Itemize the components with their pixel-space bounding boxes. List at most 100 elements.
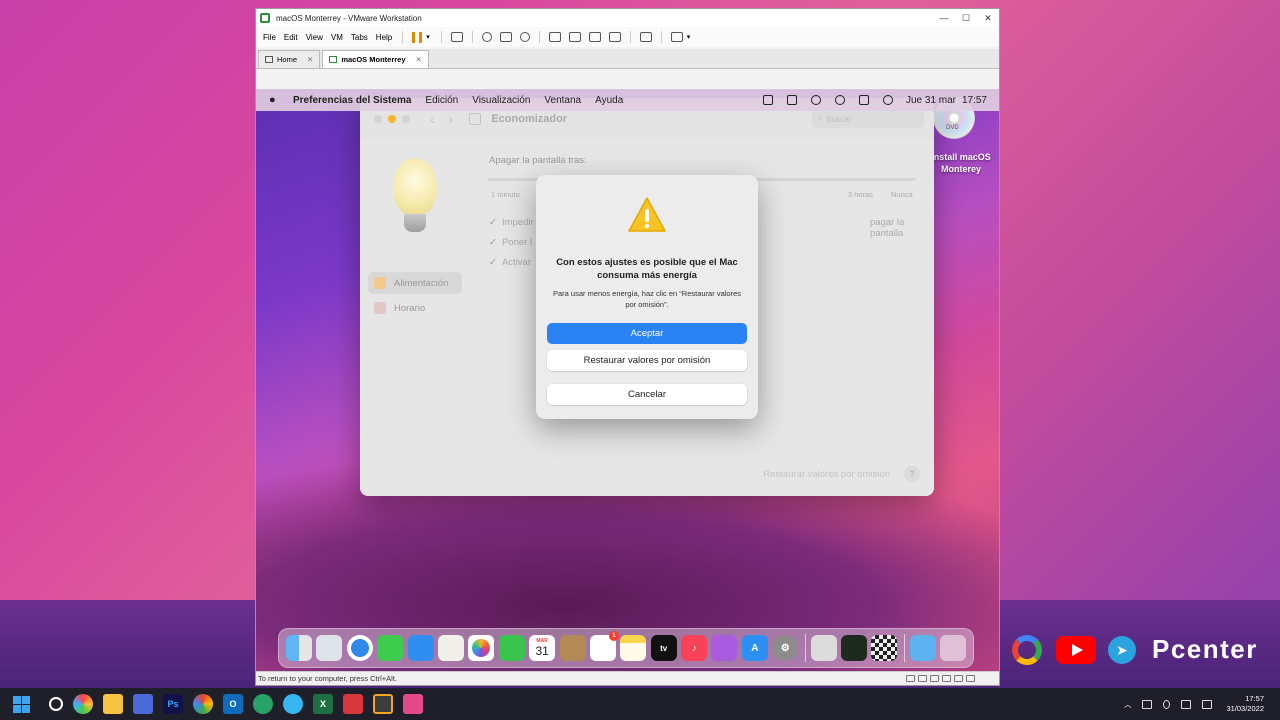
close-tab-icon[interactable]: ✕ <box>307 55 313 64</box>
microphone-icon[interactable] <box>1163 699 1171 709</box>
chevron-up-icon[interactable]: ︿ <box>1124 699 1132 710</box>
edge-icon[interactable] <box>253 694 273 714</box>
chevron-down-icon[interactable]: ▾ <box>426 33 430 41</box>
display-icon[interactable] <box>966 675 975 682</box>
menu-ayuda[interactable]: Ayuda <box>595 95 623 106</box>
apple-tv-icon[interactable]: tv <box>650 635 677 661</box>
start-button[interactable] <box>13 695 30 713</box>
zoom-window-button[interactable] <box>402 115 410 123</box>
vmware-taskbar-icon[interactable] <box>373 694 393 714</box>
system-preferences-icon[interactable]: ⚙ <box>772 635 799 661</box>
menu-file[interactable]: File <box>263 33 276 42</box>
show-all-grid-icon[interactable] <box>469 113 482 125</box>
app-store-icon[interactable]: A <box>741 635 768 661</box>
calendar-icon[interactable]: MAR 31 <box>529 635 556 661</box>
notes-icon[interactable] <box>620 635 647 661</box>
sidebar-item-horario[interactable]: Horario <box>368 297 462 319</box>
preview-icon[interactable] <box>810 635 837 661</box>
tab-home[interactable]: Home ✕ <box>258 50 321 68</box>
photos-icon[interactable] <box>468 635 495 661</box>
podcasts-icon[interactable] <box>711 635 738 661</box>
search-icon[interactable] <box>49 697 63 711</box>
stretch-view-icon[interactable] <box>670 32 683 42</box>
install-dvd-label[interactable]: Install macOS Monterey <box>926 151 996 175</box>
trash-icon[interactable] <box>940 635 967 661</box>
siri-icon[interactable] <box>882 95 893 105</box>
spotlight-search-icon[interactable] <box>834 95 845 105</box>
console-icon[interactable] <box>639 32 652 42</box>
menu-help[interactable]: Help <box>376 33 392 42</box>
mail-icon[interactable] <box>407 635 434 661</box>
library-icon[interactable] <box>548 32 561 42</box>
sound-icon[interactable] <box>954 675 963 682</box>
excel-icon[interactable]: X <box>313 694 333 714</box>
apple-icon[interactable]: ● <box>269 94 281 106</box>
chess-icon[interactable] <box>871 635 898 661</box>
network-tray-icon[interactable] <box>1181 699 1192 709</box>
menu-view[interactable]: View <box>306 33 323 42</box>
cancel-button[interactable]: Cancelar <box>547 384 747 405</box>
reminders-icon[interactable]: 1 <box>589 631 619 661</box>
chevron-down-icon[interactable]: ▾ <box>687 33 691 41</box>
search-input[interactable]: ⌕ Buscar <box>812 110 924 128</box>
contacts-icon[interactable] <box>559 635 586 661</box>
control-center-icon[interactable] <box>858 95 869 105</box>
activity-monitor-icon[interactable] <box>841 635 868 661</box>
hdd-icon[interactable] <box>906 675 915 682</box>
menu-vm[interactable]: VM <box>331 33 343 42</box>
maximize-button[interactable]: ☐ <box>955 13 977 24</box>
revert-snapshot-icon[interactable] <box>499 32 512 42</box>
menubar-date[interactable]: Jue 31 mar <box>906 95 956 106</box>
restore-defaults-button[interactable]: Restaurar valores por omisión <box>547 350 747 371</box>
anydesk-icon[interactable] <box>343 694 363 714</box>
screen-mirroring-icon[interactable] <box>786 95 797 105</box>
network-icon[interactable] <box>810 95 821 105</box>
close-window-button[interactable] <box>374 115 382 123</box>
close-button[interactable]: ✕ <box>977 13 999 24</box>
checkbox-activar[interactable]: ✓ Activar <box>489 257 531 268</box>
maps-icon[interactable] <box>437 635 464 661</box>
chrome-app-icon[interactable] <box>73 694 93 714</box>
keyboard-icon[interactable] <box>1142 699 1153 709</box>
forward-arrow-icon[interactable]: › <box>449 111 454 127</box>
snapshot-manager-icon[interactable] <box>519 32 530 42</box>
cd-icon[interactable] <box>918 675 927 682</box>
launchpad-icon[interactable] <box>316 635 343 661</box>
restore-defaults-link[interactable]: Restaurar valores por omisión <box>763 469 890 480</box>
unity-icon[interactable] <box>608 32 621 42</box>
checkbox-impedir[interactable]: ✓ Impedir <box>489 217 534 228</box>
thumbnail-bar-icon[interactable] <box>568 32 581 42</box>
file-explorer-icon[interactable] <box>103 694 123 714</box>
network-adapter-icon[interactable] <box>930 675 939 682</box>
snapshot-icon[interactable] <box>481 32 492 42</box>
help-button[interactable]: ? <box>904 466 920 482</box>
minimize-window-button[interactable] <box>388 115 396 123</box>
sidebar-item-alimentacion[interactable]: Alimentación <box>368 272 462 294</box>
safari-icon[interactable] <box>346 635 373 661</box>
guest-screen[interactable]: ● Preferencias del Sistema Edición Visua… <box>256 89 999 671</box>
music-icon[interactable]: ♪ <box>681 635 708 661</box>
downloads-folder-icon[interactable] <box>909 635 936 661</box>
send-keys-icon[interactable] <box>450 32 463 42</box>
back-arrow-icon[interactable]: ‹ <box>430 111 435 127</box>
outlook-icon[interactable]: O <box>223 694 243 714</box>
menu-visualizacion[interactable]: Visualización <box>472 95 530 106</box>
taskbar-clock[interactable]: 17:57 31/03/2022 <box>1226 694 1264 714</box>
menu-edicion[interactable]: Edición <box>425 95 458 106</box>
volume-icon[interactable] <box>1202 699 1213 709</box>
checkbox-poner[interactable]: ✓ Poner l <box>489 237 532 248</box>
facetime-icon[interactable] <box>498 635 525 661</box>
recorder-icon[interactable] <box>403 694 423 714</box>
minimize-button[interactable]: — <box>933 13 955 23</box>
usb-icon[interactable] <box>942 675 951 682</box>
accept-button[interactable]: Aceptar <box>547 323 747 344</box>
menu-ventana[interactable]: Ventana <box>544 95 581 106</box>
menu-app-name[interactable]: Preferencias del Sistema <box>293 95 411 106</box>
store-icon[interactable] <box>133 694 153 714</box>
photoshop-icon[interactable]: Ps <box>163 694 183 714</box>
chrome-icon[interactable] <box>193 694 213 714</box>
pause-icon[interactable] <box>412 31 423 43</box>
finder-icon[interactable] <box>286 635 312 661</box>
messages-icon[interactable] <box>377 635 404 661</box>
close-tab-icon[interactable]: ✕ <box>416 55 422 64</box>
